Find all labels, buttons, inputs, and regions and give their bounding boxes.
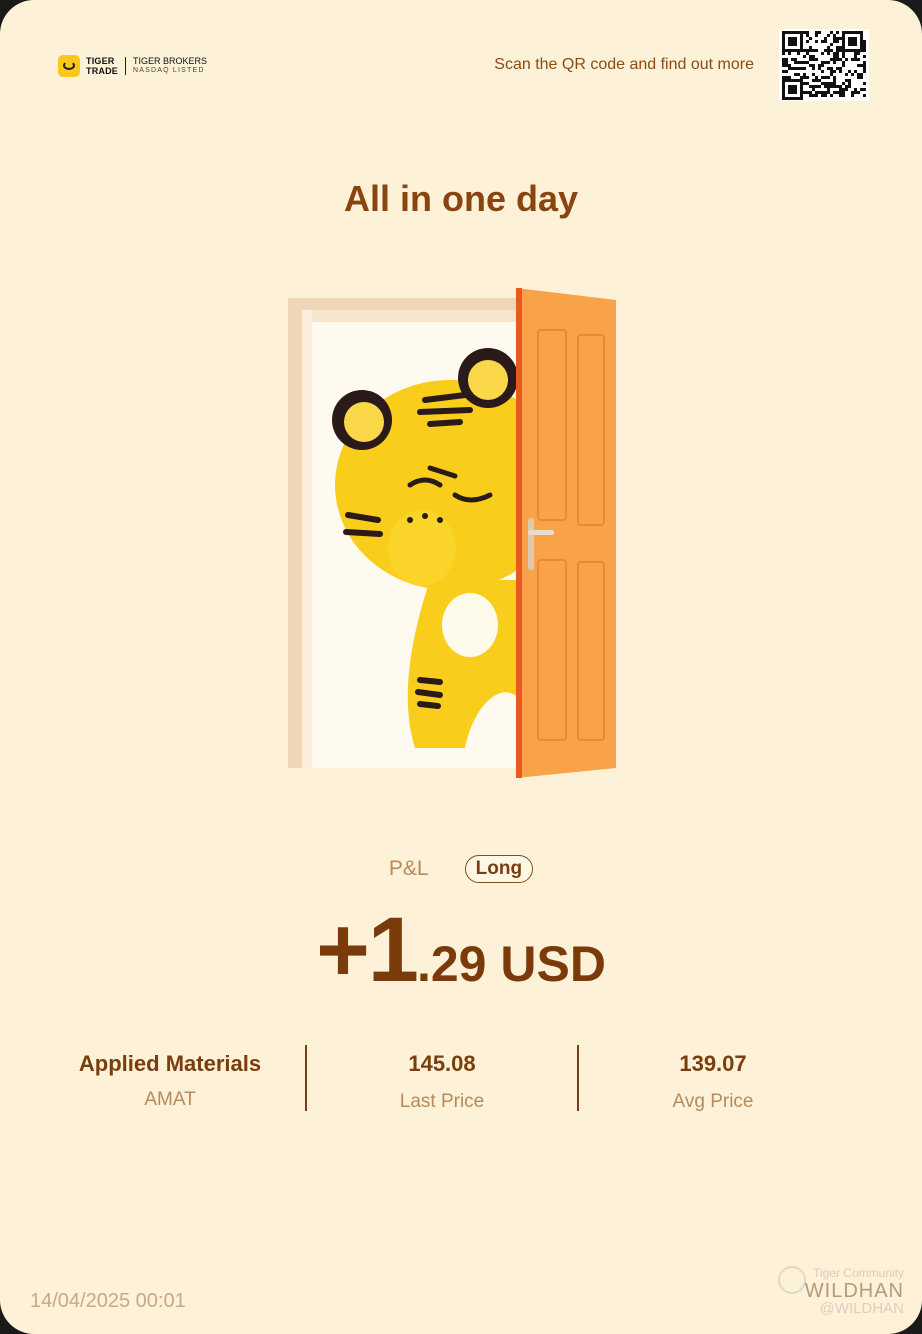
pl-amount: +1.29 USD <box>0 898 922 1003</box>
avg-price-value: 139.07 <box>679 1051 747 1076</box>
watermark-user: WILDHAN <box>804 1280 904 1302</box>
share-card: TIGER TRADE TIGER BROKERS NASDAQ LISTED … <box>0 0 922 1334</box>
avg-price-label: Avg Price <box>672 1091 754 1112</box>
tiger-logo-icon <box>58 55 80 77</box>
tiger-trade-logo: TIGER TRADE TIGER BROKERS NASDAQ LISTED <box>58 55 207 77</box>
stats-row: Applied Materials AMAT 145.08 Last Price… <box>0 1045 922 1115</box>
pl-amount-rest: .29 USD <box>416 936 606 992</box>
qr-code[interactable] <box>779 29 869 101</box>
avg-price-stat: 139.07 Avg Price <box>583 1045 843 1113</box>
pl-row: P&L Long <box>0 855 922 883</box>
stat-divider <box>577 1045 579 1111</box>
tiger-door-illustration <box>280 280 640 790</box>
stat-divider <box>305 1045 307 1111</box>
scan-qr-text: Scan the QR code and find out more <box>494 56 754 73</box>
stock-name: Applied Materials <box>78 1051 262 1076</box>
last-price-value: 145.08 <box>408 1051 476 1076</box>
timestamp: 14/04/2025 00:01 <box>30 1290 186 1312</box>
last-price-stat: 145.08 Last Price <box>312 1045 572 1113</box>
page-title: All in one day <box>343 178 579 219</box>
logo-divider <box>125 57 126 75</box>
position-badge: Long <box>464 855 534 883</box>
watermark: Tiger Community WILDHAN @WILDHAN <box>805 1266 904 1316</box>
watermark-handle: @WILDHAN <box>819 1300 904 1317</box>
stock-info: Applied Materials AMAT <box>40 1045 300 1111</box>
pl-label: P&L <box>388 857 429 880</box>
broker-sub: NASDAQ LISTED <box>133 67 205 74</box>
brand-line1: TIGER <box>86 56 115 66</box>
qr-code-icon <box>782 31 866 100</box>
tiger-mascot-icon <box>288 288 616 778</box>
watermark-community: Tiger Community <box>813 1266 904 1280</box>
last-price-label: Last Price <box>399 1091 485 1112</box>
tiger-community-icon <box>778 1266 806 1294</box>
brand-line2: TRADE <box>86 66 118 76</box>
stock-ticker: AMAT <box>144 1089 196 1110</box>
pl-amount-main: +1 <box>316 899 419 1001</box>
broker-name: TIGER BROKERS <box>133 56 208 66</box>
